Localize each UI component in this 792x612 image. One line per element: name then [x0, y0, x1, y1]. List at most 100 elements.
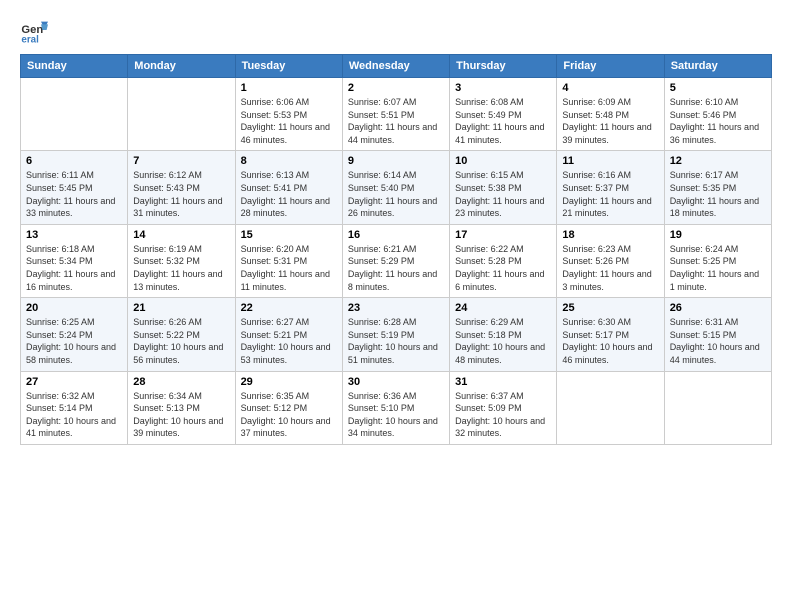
calendar-cell: 29 Sunrise: 6:35 AM Sunset: 5:12 PM Dayli… [235, 371, 342, 444]
calendar-cell: 2 Sunrise: 6:07 AM Sunset: 5:51 PM Daylig… [342, 78, 449, 151]
calendar-cell: 16 Sunrise: 6:21 AM Sunset: 5:29 PM Dayli… [342, 224, 449, 297]
day-number: 27 [26, 376, 122, 388]
day-detail: Sunrise: 6:07 AM Sunset: 5:51 PM Dayligh… [348, 96, 444, 146]
logo-icon: Gen eral [20, 16, 48, 44]
calendar-cell: 24 Sunrise: 6:29 AM Sunset: 5:18 PM Dayli… [450, 298, 557, 371]
day-detail: Sunrise: 6:12 AM Sunset: 5:43 PM Dayligh… [133, 169, 229, 219]
day-number: 19 [670, 229, 766, 241]
calendar-cell: 4 Sunrise: 6:09 AM Sunset: 5:48 PM Daylig… [557, 78, 664, 151]
day-number: 1 [241, 82, 337, 94]
weekday-header: Monday [128, 55, 235, 78]
calendar-cell [21, 78, 128, 151]
day-number: 12 [670, 155, 766, 167]
day-detail: Sunrise: 6:26 AM Sunset: 5:22 PM Dayligh… [133, 316, 229, 366]
calendar-cell: 27 Sunrise: 6:32 AM Sunset: 5:14 PM Dayli… [21, 371, 128, 444]
day-number: 29 [241, 376, 337, 388]
day-detail: Sunrise: 6:18 AM Sunset: 5:34 PM Dayligh… [26, 243, 122, 293]
day-detail: Sunrise: 6:14 AM Sunset: 5:40 PM Dayligh… [348, 169, 444, 219]
calendar-cell: 10 Sunrise: 6:15 AM Sunset: 5:38 PM Dayli… [450, 151, 557, 224]
day-detail: Sunrise: 6:36 AM Sunset: 5:10 PM Dayligh… [348, 390, 444, 440]
calendar-cell: 28Sunrise: 6:34 AM Sunset: 5:13 PM Dayli… [128, 371, 235, 444]
day-number: 26 [670, 302, 766, 314]
day-detail: Sunrise: 6:22 AM Sunset: 5:28 PM Dayligh… [455, 243, 551, 293]
calendar-cell: 20 Sunrise: 6:25 AM Sunset: 5:24 PM Dayli… [21, 298, 128, 371]
day-number: 24 [455, 302, 551, 314]
day-number: 20 [26, 302, 122, 314]
calendar-week-row: 13 Sunrise: 6:18 AM Sunset: 5:34 PM Dayli… [21, 224, 772, 297]
day-number: 28 [133, 376, 229, 388]
day-detail: Sunrise: 6:06 AM Sunset: 5:53 PM Dayligh… [241, 96, 337, 146]
day-detail: Sunrise: 6:37 AM Sunset: 5:09 PM Dayligh… [455, 390, 551, 440]
calendar-cell: 5Sunrise: 6:10 AM Sunset: 5:46 PM Daylig… [664, 78, 771, 151]
calendar-cell: 1 Sunrise: 6:06 AM Sunset: 5:53 PM Daylig… [235, 78, 342, 151]
day-detail: Sunrise: 6:13 AM Sunset: 5:41 PM Dayligh… [241, 169, 337, 219]
day-number: 16 [348, 229, 444, 241]
svg-text:eral: eral [21, 35, 39, 44]
calendar-week-row: 20 Sunrise: 6:25 AM Sunset: 5:24 PM Dayli… [21, 298, 772, 371]
logo: Gen eral [20, 16, 52, 44]
day-detail: Sunrise: 6:27 AM Sunset: 5:21 PM Dayligh… [241, 316, 337, 366]
day-detail: Sunrise: 6:32 AM Sunset: 5:14 PM Dayligh… [26, 390, 122, 440]
day-detail: Sunrise: 6:20 AM Sunset: 5:31 PM Dayligh… [241, 243, 337, 293]
day-detail: Sunrise: 6:25 AM Sunset: 5:24 PM Dayligh… [26, 316, 122, 366]
day-detail: Sunrise: 6:16 AM Sunset: 5:37 PM Dayligh… [562, 169, 658, 219]
day-detail: Sunrise: 6:19 AM Sunset: 5:32 PM Dayligh… [133, 243, 229, 293]
day-number: 17 [455, 229, 551, 241]
calendar-cell: 18Sunrise: 6:23 AM Sunset: 5:26 PM Dayli… [557, 224, 664, 297]
calendar-cell: 19 Sunrise: 6:24 AM Sunset: 5:25 PM Dayli… [664, 224, 771, 297]
weekday-header: Friday [557, 55, 664, 78]
calendar-cell: 9 Sunrise: 6:14 AM Sunset: 5:40 PM Daylig… [342, 151, 449, 224]
calendar-cell: 31 Sunrise: 6:37 AM Sunset: 5:09 PM Dayli… [450, 371, 557, 444]
day-detail: Sunrise: 6:11 AM Sunset: 5:45 PM Dayligh… [26, 169, 122, 219]
day-detail: Sunrise: 6:21 AM Sunset: 5:29 PM Dayligh… [348, 243, 444, 293]
day-detail: Sunrise: 6:30 AM Sunset: 5:17 PM Dayligh… [562, 316, 658, 366]
day-number: 3 [455, 82, 551, 94]
day-detail: Sunrise: 6:17 AM Sunset: 5:35 PM Dayligh… [670, 169, 766, 219]
day-number: 6 [26, 155, 122, 167]
day-detail: Sunrise: 6:31 AM Sunset: 5:15 PM Dayligh… [670, 316, 766, 366]
calendar-cell: 25Sunrise: 6:30 AM Sunset: 5:17 PM Dayli… [557, 298, 664, 371]
day-detail: Sunrise: 6:08 AM Sunset: 5:49 PM Dayligh… [455, 96, 551, 146]
calendar-cell: 26 Sunrise: 6:31 AM Sunset: 5:15 PM Dayli… [664, 298, 771, 371]
calendar-cell: 30Sunrise: 6:36 AM Sunset: 5:10 PM Dayli… [342, 371, 449, 444]
day-number: 11 [562, 155, 658, 167]
calendar-week-row: 6 Sunrise: 6:11 AM Sunset: 5:45 PM Daylig… [21, 151, 772, 224]
day-detail: Sunrise: 6:35 AM Sunset: 5:12 PM Dayligh… [241, 390, 337, 440]
calendar-cell: 15 Sunrise: 6:20 AM Sunset: 5:31 PM Dayli… [235, 224, 342, 297]
day-number: 4 [562, 82, 658, 94]
calendar-cell: 23Sunrise: 6:28 AM Sunset: 5:19 PM Dayli… [342, 298, 449, 371]
day-detail: Sunrise: 6:15 AM Sunset: 5:38 PM Dayligh… [455, 169, 551, 219]
calendar-cell: 3 Sunrise: 6:08 AM Sunset: 5:49 PM Daylig… [450, 78, 557, 151]
calendar-cell: 11 Sunrise: 6:16 AM Sunset: 5:37 PM Dayli… [557, 151, 664, 224]
calendar-cell: 13 Sunrise: 6:18 AM Sunset: 5:34 PM Dayli… [21, 224, 128, 297]
day-number: 22 [241, 302, 337, 314]
day-detail: Sunrise: 6:24 AM Sunset: 5:25 PM Dayligh… [670, 243, 766, 293]
calendar-cell: 6 Sunrise: 6:11 AM Sunset: 5:45 PM Daylig… [21, 151, 128, 224]
day-number: 15 [241, 229, 337, 241]
page-header: Gen eral [20, 16, 772, 44]
day-number: 21 [133, 302, 229, 314]
calendar-cell: 17 Sunrise: 6:22 AM Sunset: 5:28 PM Dayli… [450, 224, 557, 297]
day-number: 7 [133, 155, 229, 167]
day-number: 8 [241, 155, 337, 167]
day-number: 9 [348, 155, 444, 167]
day-number: 31 [455, 376, 551, 388]
day-number: 13 [26, 229, 122, 241]
day-detail: Sunrise: 6:10 AM Sunset: 5:46 PM Dayligh… [670, 96, 766, 146]
day-number: 2 [348, 82, 444, 94]
day-number: 10 [455, 155, 551, 167]
calendar-cell: 7 Sunrise: 6:12 AM Sunset: 5:43 PM Daylig… [128, 151, 235, 224]
weekday-header: Thursday [450, 55, 557, 78]
day-number: 23 [348, 302, 444, 314]
calendar-cell [557, 371, 664, 444]
weekday-header: Sunday [21, 55, 128, 78]
calendar-table: SundayMondayTuesdayWednesdayThursdayFrid… [20, 54, 772, 445]
calendar-cell [128, 78, 235, 151]
day-number: 14 [133, 229, 229, 241]
weekday-header: Tuesday [235, 55, 342, 78]
day-detail: Sunrise: 6:09 AM Sunset: 5:48 PM Dayligh… [562, 96, 658, 146]
day-detail: Sunrise: 6:29 AM Sunset: 5:18 PM Dayligh… [455, 316, 551, 366]
day-detail: Sunrise: 6:23 AM Sunset: 5:26 PM Dayligh… [562, 243, 658, 293]
weekday-header: Wednesday [342, 55, 449, 78]
calendar-cell [664, 371, 771, 444]
